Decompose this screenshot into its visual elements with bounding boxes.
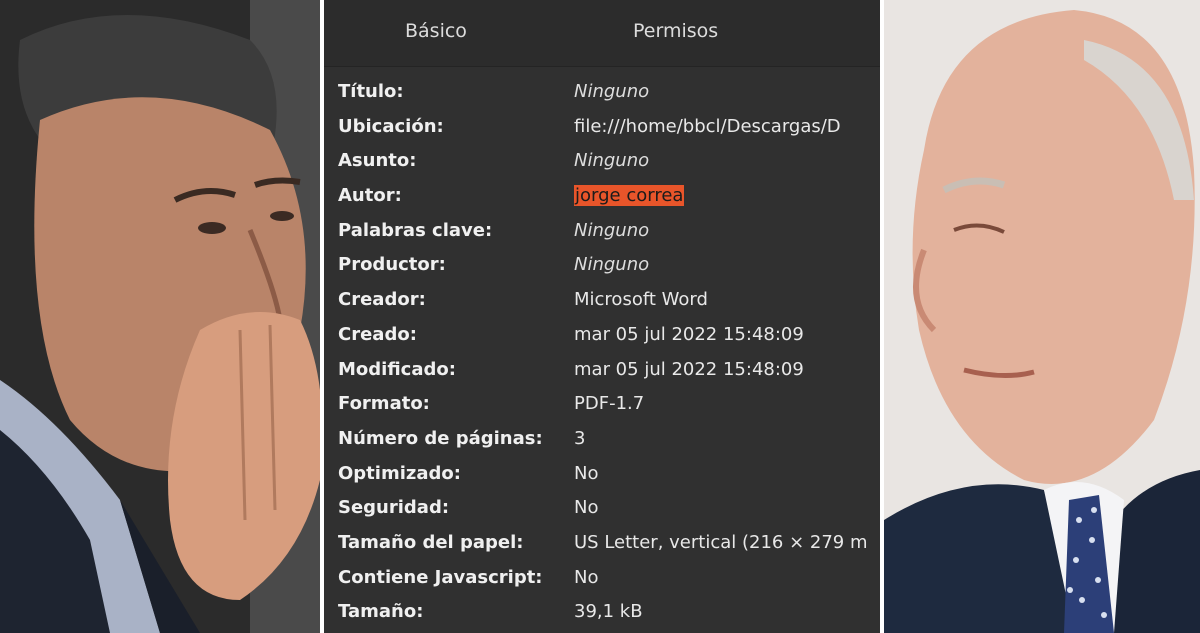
property-row-location: Ubicación: file:///home/bbcl/Descargas/D: [324, 111, 880, 146]
property-label: Ubicación:: [338, 115, 444, 137]
property-value: No: [574, 497, 599, 519]
properties-list: Título: Ninguno Ubicación: file:///home/…: [324, 76, 880, 631]
tab-bar: Básico Permisos: [324, 0, 880, 67]
property-label: Tamaño:: [338, 601, 424, 623]
right-photo-illustration: [884, 0, 1200, 633]
left-photo-illustration: [0, 0, 320, 633]
property-label: Creado:: [338, 323, 417, 345]
property-label: Número de páginas:: [338, 427, 543, 449]
property-value-author: jorge correa: [574, 185, 685, 207]
property-value: Ninguno: [574, 254, 650, 276]
property-row-modified: Modificado: mar 05 jul 2022 15:48:09: [324, 354, 880, 389]
property-label: Tamaño del papel:: [338, 531, 524, 553]
property-row-created: Creado: mar 05 jul 2022 15:48:09: [324, 319, 880, 354]
property-label: Palabras clave:: [338, 219, 493, 241]
tab-permissions[interactable]: Permisos: [633, 20, 718, 42]
property-value: 3: [574, 427, 586, 449]
left-photo: [0, 0, 320, 633]
property-row-author: Autor: jorge correa: [324, 180, 880, 215]
tab-basic[interactable]: Básico: [405, 20, 467, 42]
property-row-creator: Creador: Microsoft Word: [324, 284, 880, 319]
property-value: PDF-1.7: [574, 393, 645, 415]
property-label: Productor:: [338, 254, 446, 276]
property-label: Título:: [338, 81, 404, 102]
property-label: Creador:: [338, 289, 426, 311]
property-label: Contiene Javascript:: [338, 566, 543, 588]
property-value: file:///home/bbcl/Descargas/D: [574, 115, 841, 137]
property-value: Ninguno: [574, 219, 650, 241]
property-value: mar 05 jul 2022 15:48:09: [574, 323, 804, 345]
property-value: US Letter, vertical (216 × 279 m: [574, 531, 868, 553]
property-label: Formato:: [338, 393, 430, 415]
property-value: No: [574, 462, 599, 484]
property-row-subject: Asunto: Ninguno: [324, 145, 880, 180]
property-value: Microsoft Word: [574, 289, 708, 311]
author-highlight: jorge correa: [574, 185, 685, 207]
property-label: Autor:: [338, 185, 402, 207]
property-label: Seguridad:: [338, 497, 450, 519]
property-value: 39,1 kB: [574, 601, 643, 623]
property-label: Asunto:: [338, 150, 417, 172]
property-value: Ninguno: [574, 81, 650, 102]
property-value: Ninguno: [574, 150, 650, 172]
property-label: Modificado:: [338, 358, 456, 380]
property-row-keywords: Palabras clave: Ninguno: [324, 215, 880, 250]
property-row-title: Título: Ninguno: [324, 76, 880, 111]
property-row-security: Seguridad: No: [324, 492, 880, 527]
property-value: mar 05 jul 2022 15:48:09: [574, 358, 804, 380]
property-row-optimized: Optimizado: No: [324, 458, 880, 493]
property-label: Optimizado:: [338, 462, 461, 484]
property-row-paper-size: Tamaño del papel: US Letter, vertical (2…: [324, 527, 880, 562]
property-row-size: Tamaño: 39,1 kB: [324, 596, 880, 631]
property-row-pages: Número de páginas: 3: [324, 423, 880, 458]
property-row-javascript: Contiene Javascript: No: [324, 562, 880, 597]
property-value: No: [574, 566, 599, 588]
right-photo: [884, 0, 1200, 633]
property-row-producer: Productor: Ninguno: [324, 249, 880, 284]
property-row-format: Formato: PDF-1.7: [324, 388, 880, 423]
document-properties-dialog: Básico Permisos Título: Ninguno Ubicació…: [324, 0, 880, 633]
